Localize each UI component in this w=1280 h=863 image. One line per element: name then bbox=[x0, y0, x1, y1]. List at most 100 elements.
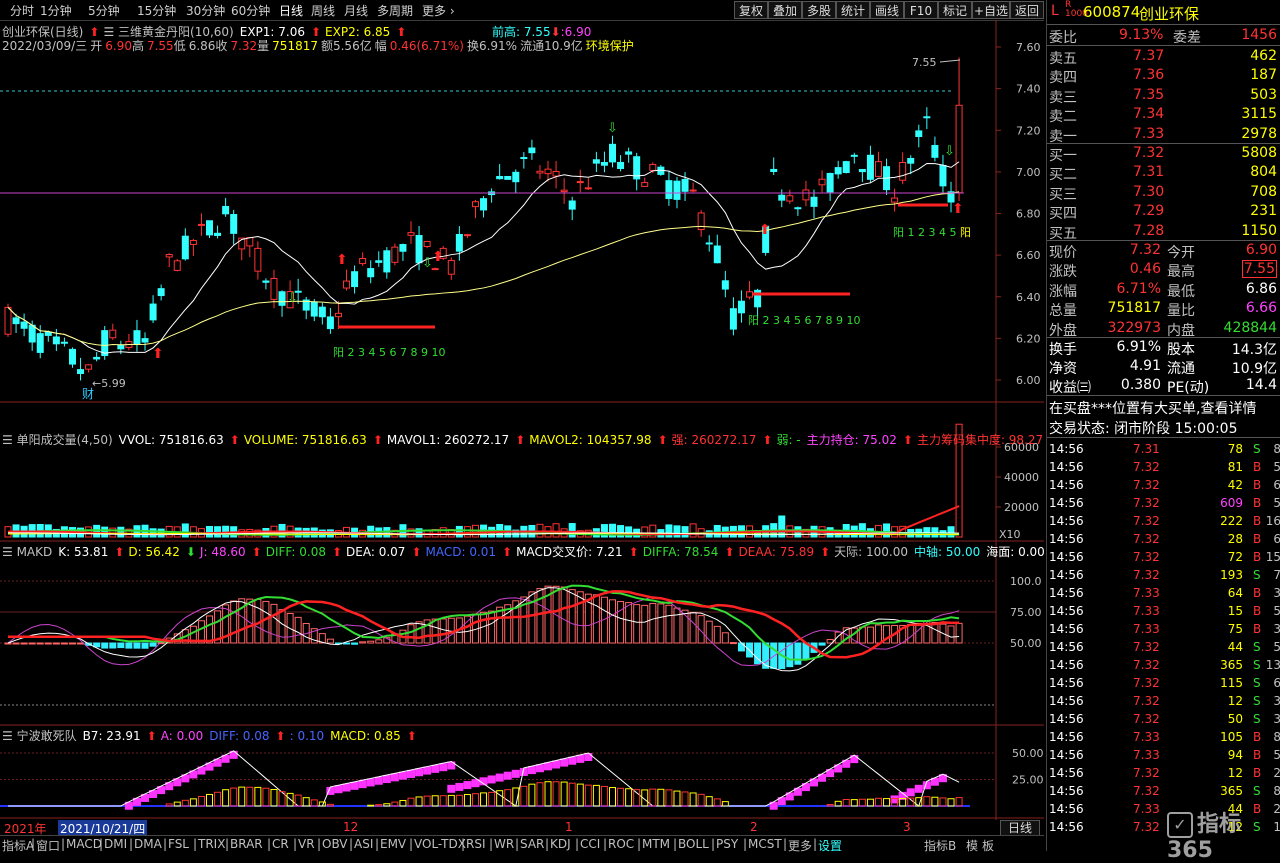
indicator-tab[interactable]: 指标A bbox=[2, 837, 34, 854]
price-axis-label: 7.00 bbox=[1016, 166, 1041, 179]
candle-body bbox=[471, 201, 479, 208]
toolbar-button[interactable]: 多股 bbox=[802, 1, 836, 19]
nb-macd-bar bbox=[697, 793, 705, 807]
period-tab[interactable]: 日线 bbox=[279, 2, 303, 19]
toolbar-button[interactable]: 返回 bbox=[1010, 1, 1044, 19]
indicator-tab[interactable]: FSL bbox=[168, 837, 189, 851]
nb-macd-bar bbox=[206, 793, 213, 807]
macd-bar bbox=[874, 624, 882, 644]
header-item: DIFF: 0.08 bbox=[265, 545, 326, 559]
nb-step-block bbox=[415, 768, 424, 777]
indicator-tab[interactable]: KDJ bbox=[550, 837, 571, 851]
period-tab[interactable]: 更多 › bbox=[422, 2, 455, 19]
indicator-tab[interactable]: ROC bbox=[608, 837, 634, 851]
indicator-tab[interactable]: VOL-TDX bbox=[414, 837, 466, 851]
period-tab[interactable]: 多周期 bbox=[377, 2, 413, 19]
indicator-b-tab[interactable]: 指标B bbox=[924, 837, 956, 854]
header-item: VOLUME: 751816.63 bbox=[243, 433, 367, 447]
toolbar-button[interactable]: F10 bbox=[904, 1, 938, 19]
indicator-tab[interactable]: OBV bbox=[322, 837, 348, 851]
period-tab[interactable]: 30分钟 bbox=[186, 2, 225, 19]
nb-macd-bar bbox=[439, 795, 447, 807]
period-tab[interactable]: 分时 bbox=[10, 2, 34, 19]
indicator-tab[interactable]: DMA bbox=[134, 837, 162, 851]
toolbar-button[interactable]: 标记 bbox=[938, 1, 972, 19]
candle-body bbox=[85, 364, 93, 370]
chart-area[interactable]: 7.60 7.40 7.20 7.00 6.80 6.60 6.40 6.20 6.00 ⬆ ⬆ ⬆ ⬆… bbox=[0, 20, 1044, 820]
order-book-row: 卖三 7.35 503 bbox=[1049, 86, 1277, 106]
macd-bar bbox=[592, 594, 600, 644]
candle-body bbox=[20, 321, 28, 329]
toolbar-button[interactable]: +自选 bbox=[972, 1, 1010, 19]
period-tab[interactable]: 周线 bbox=[311, 2, 335, 19]
macd-bar bbox=[866, 626, 874, 644]
candle-body bbox=[858, 168, 866, 173]
tick-row: 14:56 7.33 64 B 3 bbox=[1049, 586, 1280, 600]
candle-body bbox=[665, 180, 673, 199]
candle-body bbox=[729, 308, 737, 330]
candle-body bbox=[189, 240, 197, 245]
indicator-tab[interactable]: WR bbox=[494, 837, 514, 851]
nb-axis-label: 50.00 bbox=[1012, 747, 1044, 760]
indicator-tab[interactable]: BRAR bbox=[230, 837, 263, 851]
period-tab[interactable]: 60分钟 bbox=[231, 2, 270, 19]
ohlc-item: 7.55 bbox=[146, 39, 174, 53]
nb-macd-bar bbox=[931, 796, 939, 807]
indicator-tab[interactable]: MACD bbox=[66, 837, 102, 851]
toolbar-button[interactable]: 画线 bbox=[870, 1, 904, 19]
indicator-tab[interactable]: DMI bbox=[104, 837, 127, 851]
period-tab[interactable]: 15分钟 bbox=[137, 2, 176, 19]
nb-step-block bbox=[527, 766, 536, 775]
buy-arrow-icon: ⬆ bbox=[432, 249, 444, 265]
indicator-tab[interactable]: TRIX bbox=[198, 837, 225, 851]
toolbar-button[interactable]: 叠加 bbox=[768, 1, 802, 19]
period-tab[interactable]: 5分钟 bbox=[88, 2, 120, 19]
nb-step-block bbox=[439, 763, 448, 772]
header-item: DEAA: 75.89 bbox=[738, 545, 815, 559]
indicator-tab[interactable]: MTM bbox=[642, 837, 670, 851]
nb-macd-bar bbox=[254, 786, 262, 807]
indicator-tab[interactable]: EMV bbox=[380, 837, 406, 851]
indicator-b-tab[interactable]: 板 bbox=[982, 837, 994, 854]
indicator-tab[interactable]: CCI bbox=[580, 837, 600, 851]
toolbar-button[interactable]: 复权 bbox=[734, 1, 768, 19]
finance-marker[interactable]: 财 bbox=[82, 387, 94, 401]
indicator-tab[interactable]: 更多 bbox=[788, 837, 812, 854]
toolbar-button[interactable]: 统计 bbox=[836, 1, 870, 19]
macd-bar bbox=[117, 642, 125, 649]
nb-macd-bar bbox=[431, 795, 439, 807]
volume-bar bbox=[568, 523, 576, 538]
sell-arrow-icon: ⇩ bbox=[287, 291, 298, 306]
macd-bar bbox=[206, 615, 213, 644]
nb-step-block bbox=[455, 782, 464, 791]
indicator-tab[interactable]: 窗口 bbox=[36, 837, 60, 854]
indicator-b-tab[interactable]: 模 bbox=[966, 837, 978, 854]
macd-bar bbox=[343, 642, 351, 645]
period-tab[interactable]: 1分钟 bbox=[40, 2, 72, 19]
watermark-logo-icon: ✓ bbox=[1167, 812, 1193, 838]
nb-macd-bar bbox=[592, 784, 600, 807]
indicator-tab[interactable]: RSI bbox=[466, 837, 486, 851]
indicator-tab[interactable]: MCST bbox=[748, 837, 782, 851]
indicator-tab[interactable]: SAR bbox=[520, 837, 544, 851]
nb-macd-bar bbox=[367, 804, 375, 807]
header-item: ⬆ bbox=[411, 545, 422, 559]
header-item: MAVOL2: 104357.98 bbox=[529, 433, 652, 447]
indicator-tab[interactable]: BOLL bbox=[678, 837, 709, 851]
order-book-row: 买三 7.30 708 bbox=[1049, 183, 1277, 203]
indicator-tab[interactable]: ASI bbox=[354, 837, 373, 851]
big-order-notice[interactable]: 在买盘***位置有大买单,查看详情 bbox=[1047, 398, 1280, 417]
sell-arrow-icon: ⇩ bbox=[607, 121, 618, 136]
indicator-tab[interactable]: 设置 bbox=[818, 837, 842, 854]
candle-body bbox=[270, 277, 278, 300]
header-item: MACD: 0.01 bbox=[425, 545, 497, 559]
nb-macd-bar bbox=[189, 798, 197, 807]
period-tab[interactable]: 月线 bbox=[344, 2, 368, 19]
nb-macd-bar bbox=[544, 781, 552, 807]
indicator-tab[interactable]: PSY bbox=[716, 837, 738, 851]
indicator-tab[interactable]: CR bbox=[272, 837, 289, 851]
indicator-tab[interactable]: VR bbox=[298, 837, 315, 851]
timeframe-button[interactable]: 日线 bbox=[1000, 820, 1040, 836]
ohlc-item: 量 bbox=[257, 39, 270, 53]
tab-divider: | bbox=[743, 837, 748, 851]
